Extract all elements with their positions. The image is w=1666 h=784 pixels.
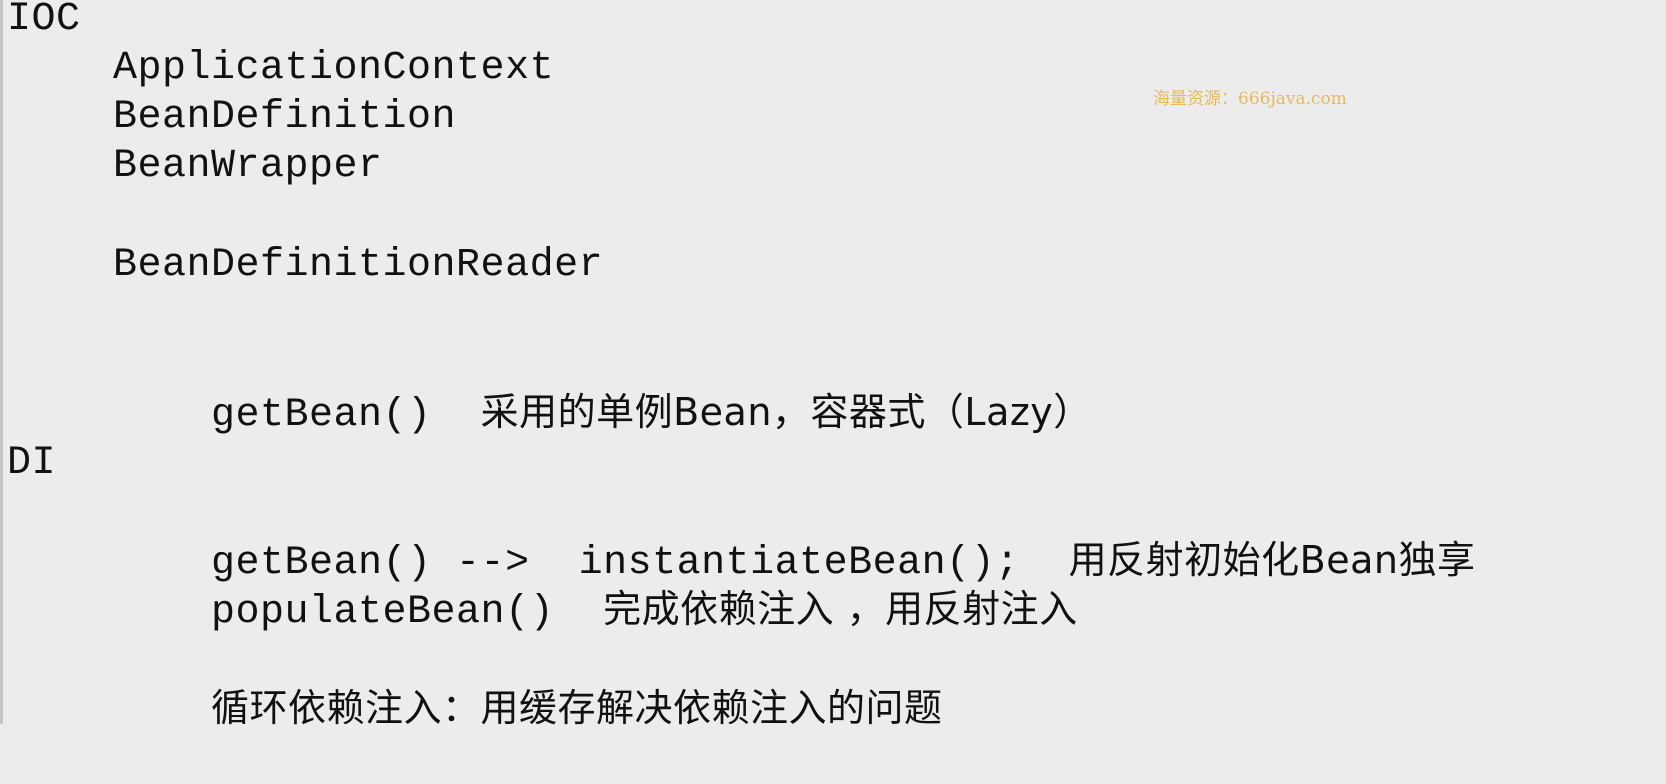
di-circular-note: 循环依赖注入：用缓存解决依赖注入的问题 xyxy=(211,686,943,730)
di-instantiate-note: 用反射初始化Bean独享 xyxy=(1068,538,1476,582)
watermark: 海量资源：666java.com xyxy=(1153,89,1347,109)
ioc-item-bean-definition: BeanDefinition xyxy=(113,95,457,140)
ioc-getbean-note: 采用的单例Bean，容器式（Lazy） xyxy=(480,390,1092,434)
di-circular-line: 循环依赖注入：用缓存解决依赖注入的问题 xyxy=(113,636,943,784)
di-populate-note: 完成依赖注入 ，用反射注入 xyxy=(603,587,1078,631)
ioc-item-bean-wrapper: BeanWrapper xyxy=(113,144,383,189)
ioc-item-bean-definition-reader: BeanDefinitionReader xyxy=(113,243,604,288)
ioc-heading: IOC xyxy=(7,0,81,42)
ioc-item-application-context: ApplicationContext xyxy=(113,46,555,91)
di-populate-code: populateBean() xyxy=(211,590,555,635)
ioc-getbean-code: getBean() xyxy=(211,393,432,438)
ioc-getbean-line: getBean() 采用的单例Bean，容器式（Lazy） xyxy=(113,340,1092,488)
left-border xyxy=(0,0,3,724)
di-heading: DI xyxy=(7,441,57,486)
